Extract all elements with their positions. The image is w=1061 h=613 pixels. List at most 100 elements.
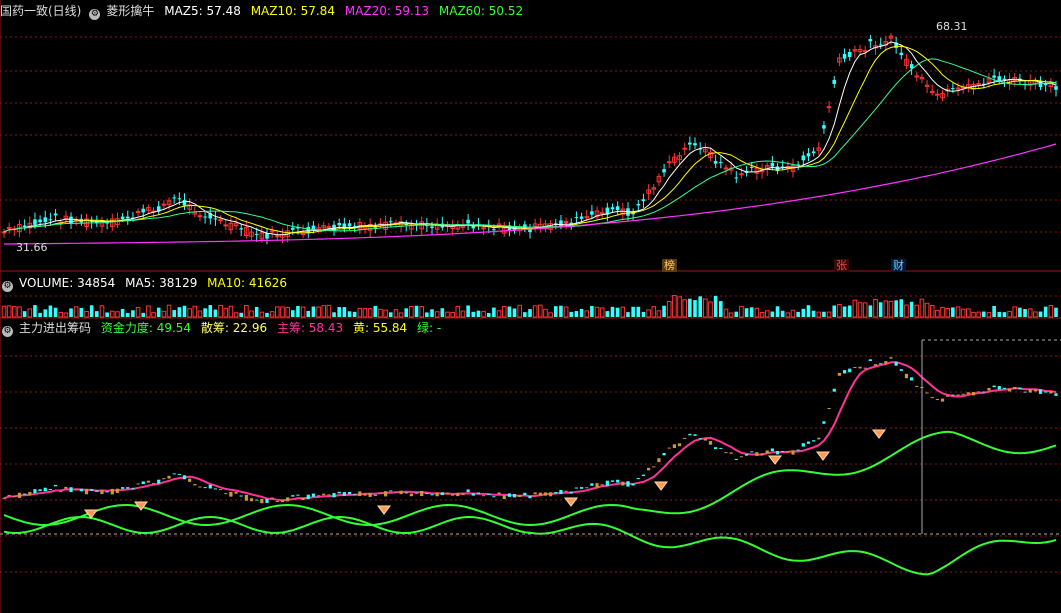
indicator-name[interactable]: 菱形擒牛 bbox=[106, 4, 154, 18]
flow-candle bbox=[239, 495, 243, 497]
flow-candle bbox=[1018, 387, 1022, 390]
diamond-signal-icon bbox=[564, 497, 578, 507]
volume-bar bbox=[971, 311, 976, 318]
volume-bar bbox=[362, 308, 368, 318]
flow-candle bbox=[327, 494, 331, 496]
event-tag-0[interactable]: 榜 bbox=[662, 259, 677, 272]
flow-gear-icon[interactable]: ⚙ bbox=[2, 326, 13, 337]
flow-candle bbox=[394, 491, 398, 493]
volume-bar bbox=[553, 306, 558, 317]
event-tag-1[interactable]: 张 bbox=[834, 259, 849, 272]
diamond-signal-icon bbox=[654, 481, 668, 491]
volume-bar bbox=[528, 309, 532, 317]
candle-body bbox=[388, 221, 393, 223]
flow-candle bbox=[559, 489, 563, 495]
volume-bar bbox=[626, 312, 630, 317]
flow-candle bbox=[136, 483, 140, 485]
flow-candle bbox=[389, 490, 393, 492]
flow-candle bbox=[2, 498, 6, 500]
flow-candle bbox=[848, 368, 852, 373]
flow-candle bbox=[249, 498, 254, 502]
candle-body bbox=[275, 235, 280, 238]
flow-candle bbox=[399, 490, 403, 495]
flow-candle bbox=[316, 495, 321, 497]
flow-candle bbox=[765, 450, 769, 454]
flow-candle bbox=[564, 490, 568, 492]
flow-candle bbox=[481, 495, 486, 497]
event-tag-2[interactable]: 财 bbox=[891, 259, 906, 272]
settings-gear-icon[interactable]: ⚙ bbox=[89, 9, 101, 20]
volume-bar bbox=[940, 306, 945, 318]
volume-bar bbox=[17, 306, 22, 318]
flow-candle bbox=[512, 493, 517, 498]
flow-candle bbox=[90, 489, 94, 491]
flow-candle bbox=[203, 487, 207, 489]
volume-bar bbox=[796, 311, 800, 317]
flow-candle bbox=[590, 483, 594, 486]
flow-candle bbox=[110, 488, 114, 495]
flow-candle bbox=[141, 481, 145, 485]
volume-bar bbox=[388, 312, 393, 317]
volume-bar bbox=[688, 298, 692, 317]
volume-bar bbox=[719, 301, 723, 317]
flow-candle bbox=[781, 451, 785, 453]
volume-bar bbox=[507, 306, 512, 317]
main-chip-line bbox=[3, 361, 1057, 502]
volume-bar bbox=[662, 305, 666, 317]
flow-candle bbox=[270, 497, 274, 499]
volume-bar bbox=[790, 309, 796, 318]
volume-bar bbox=[197, 310, 203, 318]
flow-candle bbox=[69, 487, 73, 493]
candle-body bbox=[862, 50, 868, 53]
volume-bar bbox=[43, 309, 48, 317]
volume-bar bbox=[120, 308, 125, 317]
flow-candle bbox=[1028, 389, 1032, 393]
flow-candle bbox=[806, 441, 811, 444]
flow-candle bbox=[471, 493, 475, 496]
flow-candle bbox=[796, 449, 800, 451]
candle-body bbox=[584, 216, 590, 219]
volume-bar bbox=[22, 311, 27, 317]
volume-bar bbox=[764, 310, 770, 318]
candle-body bbox=[636, 203, 641, 206]
candle-body bbox=[135, 210, 141, 213]
flow-candle bbox=[146, 480, 150, 483]
flow-title[interactable]: 主力进出筹码 bbox=[19, 321, 91, 335]
volume-bar bbox=[244, 305, 249, 318]
volume-bar bbox=[636, 306, 641, 317]
stock-name[interactable]: 国药一致(日线) bbox=[0, 4, 81, 18]
candle-body bbox=[213, 218, 218, 220]
volume-bar bbox=[300, 306, 306, 318]
volume-bar bbox=[734, 311, 739, 317]
flow-candle bbox=[347, 491, 352, 495]
ma60-line bbox=[4, 143, 1057, 245]
flow-candle bbox=[631, 483, 635, 486]
volume-bar bbox=[280, 306, 285, 318]
volume-bar bbox=[73, 306, 79, 318]
flow-candle bbox=[987, 387, 991, 391]
volume-gear-icon[interactable]: ⚙ bbox=[2, 281, 13, 292]
flow-item-1: 散筹: 22.96 bbox=[200, 321, 268, 335]
volume-bar bbox=[512, 308, 517, 317]
volume-bar bbox=[982, 311, 986, 317]
volume-bar bbox=[69, 308, 73, 317]
flow-candle bbox=[672, 444, 676, 449]
candle-body bbox=[337, 223, 341, 226]
candle-body bbox=[43, 217, 48, 223]
flow-candle bbox=[105, 491, 109, 493]
candle-body bbox=[688, 142, 692, 145]
flow-candle bbox=[404, 492, 408, 494]
flow-candle bbox=[899, 369, 903, 371]
flow-candle bbox=[868, 359, 872, 361]
volume-bar bbox=[919, 298, 925, 318]
volume-bar bbox=[754, 307, 760, 318]
candle-body bbox=[801, 155, 806, 161]
flow-candle bbox=[23, 493, 27, 495]
volume-bar bbox=[254, 306, 259, 317]
flow-candle bbox=[1038, 389, 1043, 394]
volume-bar bbox=[352, 311, 357, 317]
flow-candle bbox=[879, 363, 883, 365]
flow-candle bbox=[574, 487, 579, 489]
flow-candle bbox=[260, 498, 264, 504]
flow-candle bbox=[306, 494, 310, 500]
